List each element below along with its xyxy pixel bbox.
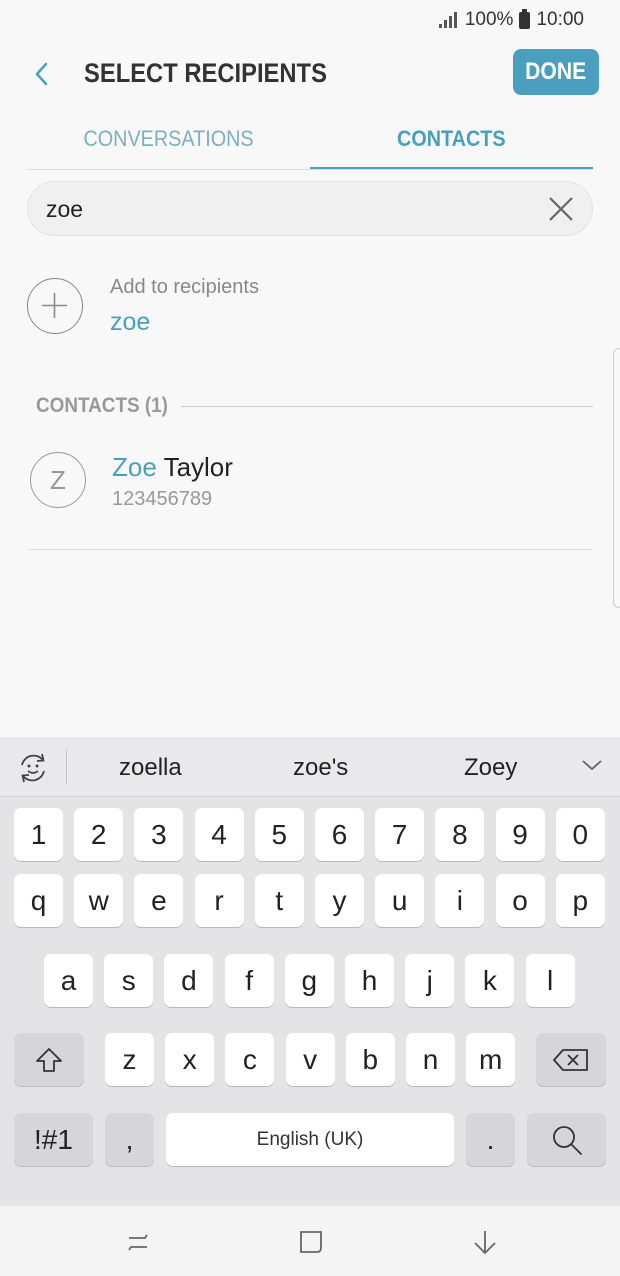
comma-key[interactable]: , <box>105 1113 154 1166</box>
done-button[interactable]: DONE <box>513 49 599 95</box>
space-label: English (UK) <box>256 1128 364 1150</box>
clear-search-button[interactable] <box>546 194 576 224</box>
key-0[interactable]: 0 <box>555 808 605 861</box>
recent-apps-icon <box>128 1234 148 1251</box>
key-a[interactable]: a <box>44 954 93 1007</box>
page-title: SELECT RECIPIENTS <box>84 58 327 88</box>
suggestion-bar: zoella zoe's Zoey <box>0 737 620 797</box>
navigation-bar <box>0 1206 620 1276</box>
contact-name-match: Zoe <box>112 452 157 482</box>
edge-panel-handle[interactable] <box>613 348 620 608</box>
key-7[interactable]: 7 <box>375 808 425 861</box>
close-icon <box>549 197 573 221</box>
key-e[interactable]: e <box>134 874 184 927</box>
suggestion-3[interactable]: Zoey <box>464 754 517 782</box>
add-to-recipients-row[interactable]: Add to recipients zoe <box>27 270 593 345</box>
key-z[interactable]: z <box>105 1033 154 1086</box>
key-j[interactable]: j <box>405 954 455 1007</box>
back-nav-button[interactable] <box>467 1224 503 1260</box>
key-l[interactable]: l <box>525 954 575 1007</box>
backspace-key[interactable] <box>536 1033 606 1086</box>
key-y[interactable]: y <box>315 874 364 927</box>
key-h[interactable]: h <box>345 954 394 1007</box>
key-8[interactable]: 8 <box>435 808 485 861</box>
key-6[interactable]: 6 <box>315 808 364 861</box>
key-r[interactable]: r <box>194 874 244 927</box>
key-d[interactable]: d <box>164 954 214 1007</box>
key-4[interactable]: 4 <box>194 808 244 861</box>
contact-number: 123456789 <box>112 488 213 510</box>
divider <box>181 406 593 407</box>
key-t[interactable]: t <box>254 874 304 927</box>
key-2[interactable]: 2 <box>74 808 124 861</box>
battery-icon <box>519 8 531 29</box>
key-n[interactable]: n <box>406 1033 455 1086</box>
key-5[interactable]: 5 <box>254 808 304 861</box>
key-w[interactable]: w <box>74 874 124 927</box>
key-u[interactable]: u <box>375 874 425 927</box>
header: SELECT RECIPIENTS DONE <box>0 46 620 102</box>
clock: 10:00 <box>536 9 584 30</box>
status-bar: 100% 10:00 <box>0 0 620 40</box>
battery-percent: 100% <box>464 9 514 30</box>
space-key[interactable]: English (UK) <box>166 1113 454 1166</box>
search-input[interactable] <box>46 192 526 226</box>
contact-name-rest: Taylor <box>156 452 233 482</box>
arrow-down-icon <box>474 1231 496 1255</box>
expand-suggestions-button[interactable] <box>580 755 604 775</box>
back-button[interactable] <box>24 54 60 94</box>
search-icon <box>552 1125 582 1155</box>
home-icon <box>300 1231 322 1253</box>
contact-row[interactable]: Z Zoe Taylor 123456789 <box>27 440 593 550</box>
shift-icon <box>36 1047 62 1072</box>
key-m[interactable]: m <box>466 1033 516 1086</box>
suggestion-1[interactable]: zoella <box>119 754 182 782</box>
key-v[interactable]: v <box>285 1033 335 1086</box>
recents-button[interactable] <box>120 1224 156 1260</box>
divider <box>66 749 67 785</box>
home-button[interactable] <box>293 1224 329 1260</box>
tab-contacts[interactable]: CONTACTS <box>310 116 593 169</box>
add-recipient-value: zoe <box>110 308 151 336</box>
add-recipient-label: Add to recipients <box>110 276 259 298</box>
backspace-icon <box>553 1048 588 1071</box>
suggestion-2[interactable]: zoe's <box>293 754 348 782</box>
symbols-key[interactable]: !#1 <box>14 1113 93 1166</box>
emoji-button[interactable] <box>16 751 50 785</box>
period-key[interactable]: . <box>466 1113 515 1166</box>
plus-icon <box>42 293 67 318</box>
key-p[interactable]: p <box>555 874 605 927</box>
key-x[interactable]: x <box>165 1033 215 1086</box>
key-o[interactable]: o <box>495 874 545 927</box>
key-f[interactable]: f <box>224 954 274 1007</box>
key-i[interactable]: i <box>435 874 485 927</box>
section-title: CONTACTS (1) <box>36 394 168 417</box>
tab-bar: CONVERSATIONS CONTACTS <box>27 116 593 170</box>
key-k[interactable]: k <box>465 954 515 1007</box>
chevron-down-icon <box>582 760 602 771</box>
chevron-left-icon <box>35 62 48 86</box>
done-label: DONE <box>525 58 587 85</box>
tab-conversations[interactable]: CONVERSATIONS <box>27 116 310 169</box>
contact-name: Zoe Taylor <box>112 452 233 483</box>
search-key[interactable] <box>527 1113 606 1166</box>
emoji-refresh-icon <box>21 753 45 783</box>
add-recipient-button[interactable] <box>27 278 83 334</box>
search-box <box>27 181 593 236</box>
key-b[interactable]: b <box>345 1033 395 1086</box>
signal-icon <box>438 12 457 28</box>
contacts-section-header: CONTACTS (1) <box>36 394 593 422</box>
keyboard: zoella zoe's Zoey 1234567890 qwertyuiop as… <box>0 737 620 1206</box>
key-q[interactable]: q <box>14 874 63 927</box>
key-s[interactable]: s <box>104 954 154 1007</box>
key-c[interactable]: c <box>225 1033 275 1086</box>
key-g[interactable]: g <box>284 954 334 1007</box>
avatar: Z <box>30 452 86 508</box>
key-3[interactable]: 3 <box>134 808 184 861</box>
shift-key[interactable] <box>14 1033 84 1086</box>
key-9[interactable]: 9 <box>495 808 545 861</box>
key-1[interactable]: 1 <box>14 808 63 861</box>
